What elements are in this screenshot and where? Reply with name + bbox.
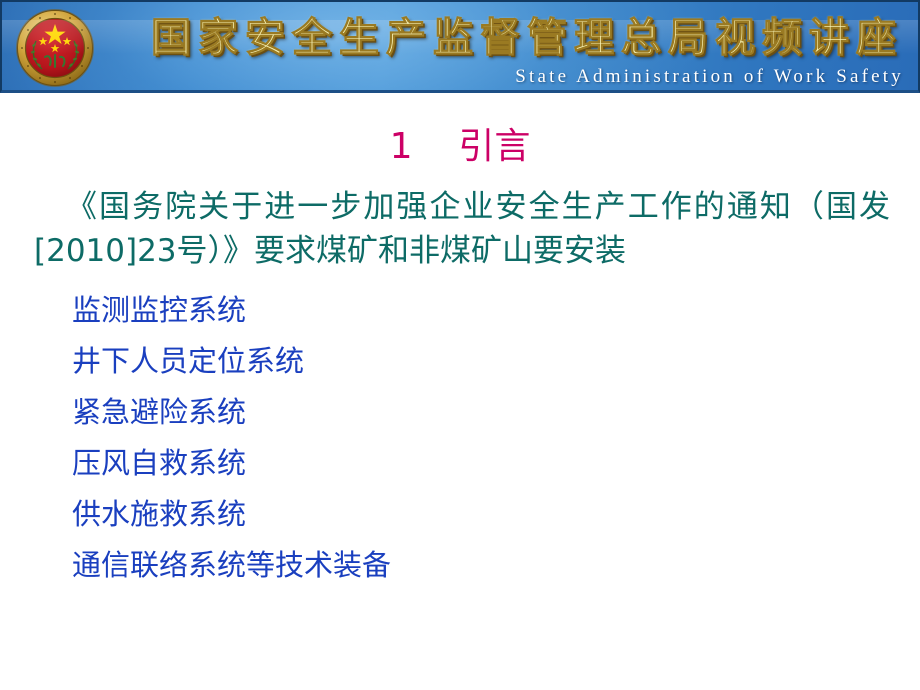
list-item: 井下人员定位系统: [72, 344, 305, 378]
slide-content: 1 引言 《国务院关于进一步加强企业安全生产工作的通知（国发[2010]23号）…: [0, 93, 920, 690]
list-item: 通信联络系统等技术装备: [72, 548, 392, 582]
banner-title: 国家安全生产监督管理总局视频讲座: [151, 14, 903, 62]
national-emblem-icon: [14, 7, 96, 89]
list-item: 压风自救系统: [72, 446, 247, 480]
presentation-slide: 国家安全生产监督管理总局视频讲座 State Administration of…: [0, 0, 920, 690]
list-item: 紧急避险系统: [72, 395, 247, 429]
header-banner: 国家安全生产监督管理总局视频讲座 State Administration of…: [0, 0, 920, 93]
list-item: 监测监控系统: [72, 293, 247, 327]
intro-paragraph: 《国务院关于进一步加强企业安全生产工作的通知（国发[2010]23号）》要求煤矿…: [34, 189, 890, 269]
banner-subtitle: State Administration of Work Safety: [515, 66, 904, 87]
system-list: 监测监控系统 井下人员定位系统 紧急避险系统 压风自救系统 供水施救系统 通信联…: [72, 285, 852, 591]
list-item: 供水施救系统: [72, 497, 247, 531]
section-heading: 1 引言: [389, 126, 531, 167]
